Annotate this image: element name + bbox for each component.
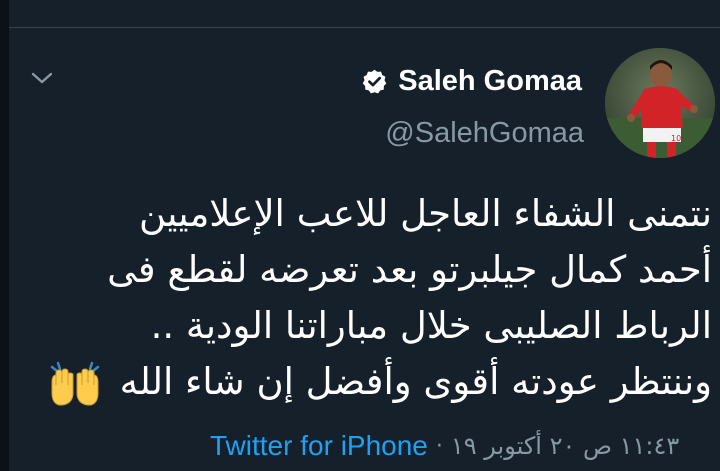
tweet-source-link[interactable]: Twitter for iPhone [210, 430, 428, 462]
tweet-line-last: وننتظر عودته أقوى وأفضل إن شاء الله [32, 354, 712, 410]
tweet-divider [9, 27, 720, 28]
tweet-meta: Twitter for iPhone · ١١:٤٣ ص ٢٠ أكتوبر ١… [210, 428, 679, 464]
avatar[interactable]: 10 [605, 48, 715, 158]
tweet-line: نتمنى الشفاء العاجل للاعب الإعلاميين [138, 192, 712, 235]
tweet-line: الرباط الصليبى خلال مباراتنا الودية .. [150, 304, 712, 347]
tweet-text: نتمنى الشفاء العاجل للاعب الإعلاميين أحم… [32, 186, 712, 410]
raising-hands-emoji [50, 361, 99, 405]
tweet-line: أحمد كمال جيلبرتو بعد تعرضه لقطع فى [107, 248, 712, 291]
svg-text:10: 10 [671, 134, 681, 143]
window-left-edge [0, 0, 9, 471]
author-handle[interactable]: @SalehGomaa [385, 116, 584, 150]
separator-dot: · [435, 433, 443, 459]
verified-badge-icon [362, 69, 387, 93]
avatar-photo: 10 [605, 48, 715, 158]
author-name-row[interactable]: Saleh Gomaa [361, 64, 582, 98]
chevron-down-icon[interactable] [30, 66, 54, 90]
tweet-timestamp[interactable]: ١١:٤٣ ص ٢٠ أكتوبر ١٩ [451, 432, 679, 460]
author-display-name[interactable]: Saleh Gomaa [398, 64, 582, 98]
